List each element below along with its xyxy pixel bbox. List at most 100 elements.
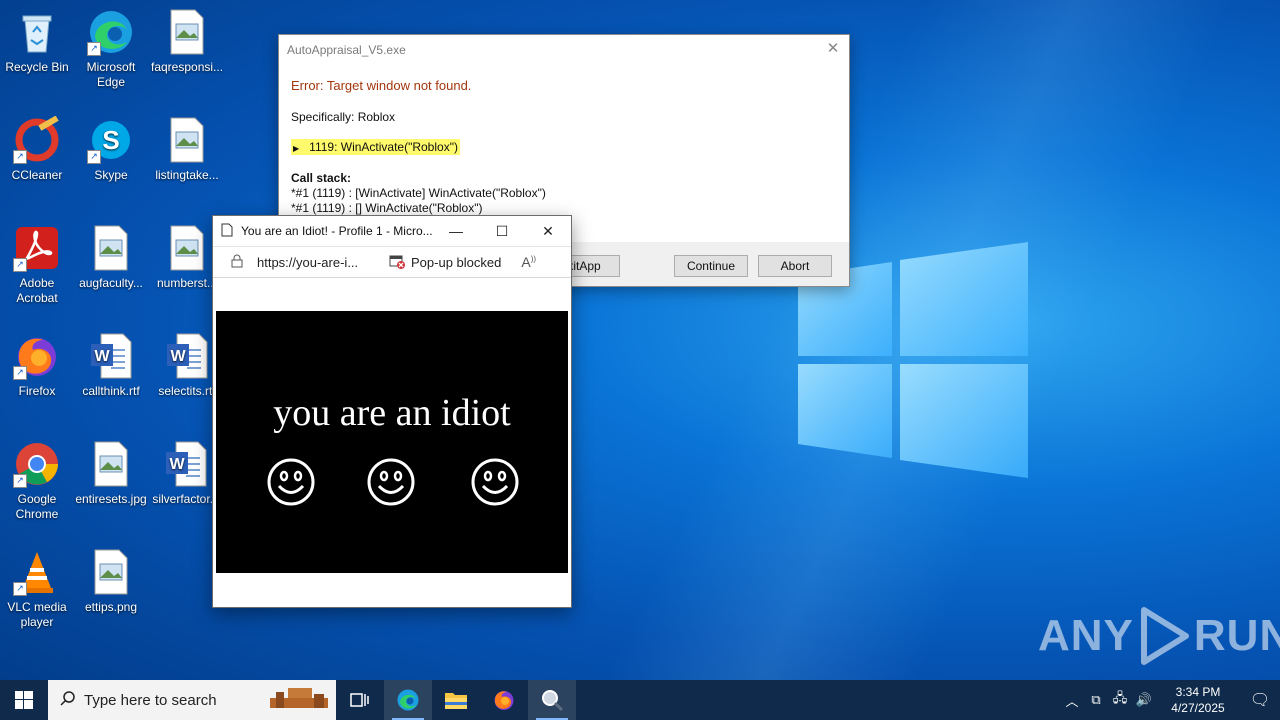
vlc-icon: ↗ xyxy=(13,548,61,596)
recycle-bin-icon xyxy=(13,8,61,56)
popup-blocked-icon xyxy=(389,255,405,269)
taskbar: Type here to search ︿ ⧉ 🖧 🔊 3:34 PM 4/27… xyxy=(0,680,1280,720)
desktop-icon-firefox[interactable]: ↗ Firefox xyxy=(1,332,73,399)
desktop-icon-callthink[interactable]: W callthink.rtf xyxy=(75,332,147,399)
page-icon xyxy=(221,223,235,240)
shortcut-arrow-icon: ↗ xyxy=(13,366,27,380)
desktop-icon-label: VLC media player xyxy=(7,600,67,629)
desktop-icon-label: faqresponsi... xyxy=(151,60,224,74)
shortcut-arrow-icon: ↗ xyxy=(13,582,27,596)
desktop-icon-vlc[interactable]: ↗ VLC media player xyxy=(1,548,73,630)
error-specifically: Specifically: Roblox xyxy=(291,110,396,124)
shortcut-arrow-icon: ↗ xyxy=(13,150,27,164)
magnifier-icon xyxy=(542,690,564,712)
acrobat-icon: ↗ xyxy=(13,224,61,272)
desktop-icon-label: Firefox xyxy=(18,384,56,398)
taskbar-file-explorer[interactable] xyxy=(432,680,480,720)
taskbar-firefox[interactable] xyxy=(480,680,528,720)
shortcut-arrow-icon: ↗ xyxy=(13,474,27,488)
popup-blocked-label: Pop-up blocked xyxy=(411,254,502,270)
chrome-icon: ↗ xyxy=(13,440,61,488)
abort-button[interactable]: Abort xyxy=(758,255,832,277)
desktop-icon-label: Google Chrome xyxy=(15,492,59,521)
image-file-icon xyxy=(87,440,135,488)
error-line-highlight: ▶ 1119: WinActivate("Roblox") xyxy=(291,139,460,155)
anyrun-watermark: ANY RUN xyxy=(1038,606,1280,666)
smiley-icon xyxy=(367,458,415,506)
desktop-icon-listingtake[interactable]: listingtake... xyxy=(151,116,223,183)
svg-text:W: W xyxy=(94,348,110,365)
firefox-icon xyxy=(494,691,514,710)
task-view-button[interactable] xyxy=(336,680,384,720)
chevron-up-icon[interactable]: ︿ xyxy=(1060,691,1084,710)
shortcut-arrow-icon: ↗ xyxy=(87,150,101,164)
task-view-icon xyxy=(350,693,369,707)
desktop-icon-label: ettips.png xyxy=(84,600,138,614)
volume-icon[interactable]: 🔊 xyxy=(1132,692,1156,708)
desktop-icon-entiresets[interactable]: entiresets.jpg xyxy=(75,440,147,507)
edge-popup-window: You are an Idiot! - Profile 1 - Micro...… xyxy=(212,215,572,608)
url-text[interactable]: https://you-are-i... xyxy=(257,255,377,270)
folder-icon xyxy=(445,693,467,709)
idiot-text: you are an idiot xyxy=(273,392,511,434)
error-line-text: 1119: WinActivate("Roblox") xyxy=(309,140,458,154)
taskbar-edge[interactable] xyxy=(384,680,432,720)
smiley-icon xyxy=(471,458,519,506)
clock[interactable]: 3:34 PM 4/27/2025 xyxy=(1162,684,1234,716)
desktop-icon-label: CCleaner xyxy=(11,168,63,182)
desktop-icon-label: Recycle Bin xyxy=(5,60,69,74)
clock-date: 4/27/2025 xyxy=(1171,701,1225,715)
continue-button[interactable]: Continue xyxy=(674,255,748,277)
desktop-icon-faqresponsi[interactable]: faqresponsi... xyxy=(151,8,223,75)
firefox-icon: ↗ xyxy=(13,332,61,380)
svg-text:S: S xyxy=(102,125,119,155)
taskbar-search-box[interactable]: Type here to search xyxy=(48,680,336,720)
edge-icon xyxy=(397,689,419,711)
desktop-icon-label: Adobe Acrobat xyxy=(16,276,58,305)
close-icon[interactable]: ✕ xyxy=(525,223,571,240)
desktop-icon-label: listingtake... xyxy=(155,168,219,182)
notification-icon[interactable]: 🗨 xyxy=(1240,690,1280,710)
desktop-icon-skype[interactable]: S ↗ Skype xyxy=(75,116,147,183)
minimize-icon[interactable]: — xyxy=(433,223,479,239)
network-icon[interactable]: 🖧 xyxy=(1108,689,1132,711)
taskbar-autoappraisal[interactable] xyxy=(528,680,576,720)
word-doc-icon: W xyxy=(162,440,210,488)
ccleaner-icon: ↗ xyxy=(13,115,61,164)
edge-icon: ↗ xyxy=(87,8,135,56)
desktop-icon-adobe-acrobat[interactable]: ↗ Adobe Acrobat xyxy=(1,224,73,306)
meet-now-icon[interactable]: ⧉ xyxy=(1084,692,1108,708)
error-message: Error: Target window not found. xyxy=(291,78,472,93)
desktop-icon-google-chrome[interactable]: ↗ Google Chrome xyxy=(1,440,73,522)
start-button[interactable] xyxy=(0,680,48,720)
close-icon[interactable]: ✕ xyxy=(825,41,841,57)
play-icon xyxy=(1140,607,1189,665)
lock-icon[interactable] xyxy=(231,254,247,271)
desktop-icon-edge[interactable]: ↗ Microsoft Edge xyxy=(75,8,147,90)
read-aloud-icon[interactable]: A)) xyxy=(521,254,536,270)
skype-icon: S ↗ xyxy=(87,116,135,164)
popup-page-content: you are an idiot xyxy=(216,311,568,573)
system-tray: ︿ ⧉ 🖧 🔊 3:34 PM 4/27/2025 🗨 xyxy=(1060,680,1280,720)
desktop-icon-recycle-bin[interactable]: Recycle Bin xyxy=(1,8,73,75)
desktop-icon-ccleaner[interactable]: ↗ CCleaner xyxy=(1,115,73,183)
address-bar: https://you-are-i... Pop-up blocked A)) xyxy=(213,247,571,278)
image-file-icon xyxy=(163,8,211,56)
svg-text:W: W xyxy=(170,348,186,365)
search-placeholder: Type here to search xyxy=(84,691,217,709)
watermark-text-right: RUN xyxy=(1193,611,1280,660)
desktop-icon-augfaculty[interactable]: augfaculty... xyxy=(75,224,147,291)
popup-titlebar: You are an Idiot! - Profile 1 - Micro...… xyxy=(213,216,571,247)
image-file-icon xyxy=(163,224,211,272)
clock-time: 3:34 PM xyxy=(1175,685,1221,699)
watermark-text-left: ANY xyxy=(1038,611,1134,660)
call-stack-entry: *#1 (1119) : [WinActivate] WinActivate("… xyxy=(291,186,546,200)
windows-start-icon xyxy=(15,691,33,709)
word-doc-icon: W xyxy=(87,332,135,380)
desktop-icon-ettips[interactable]: ettips.png xyxy=(75,548,147,615)
maximize-icon[interactable]: ☐ xyxy=(479,223,525,240)
popup-title: You are an Idiot! - Profile 1 - Micro... xyxy=(241,224,433,238)
dialog-title: AutoAppraisal_V5.exe xyxy=(287,43,406,57)
popup-blocked-indicator[interactable]: Pop-up blocked xyxy=(389,255,501,270)
call-stack-entry: *#1 (1119) : [] WinActivate("Roblox") xyxy=(291,201,483,215)
